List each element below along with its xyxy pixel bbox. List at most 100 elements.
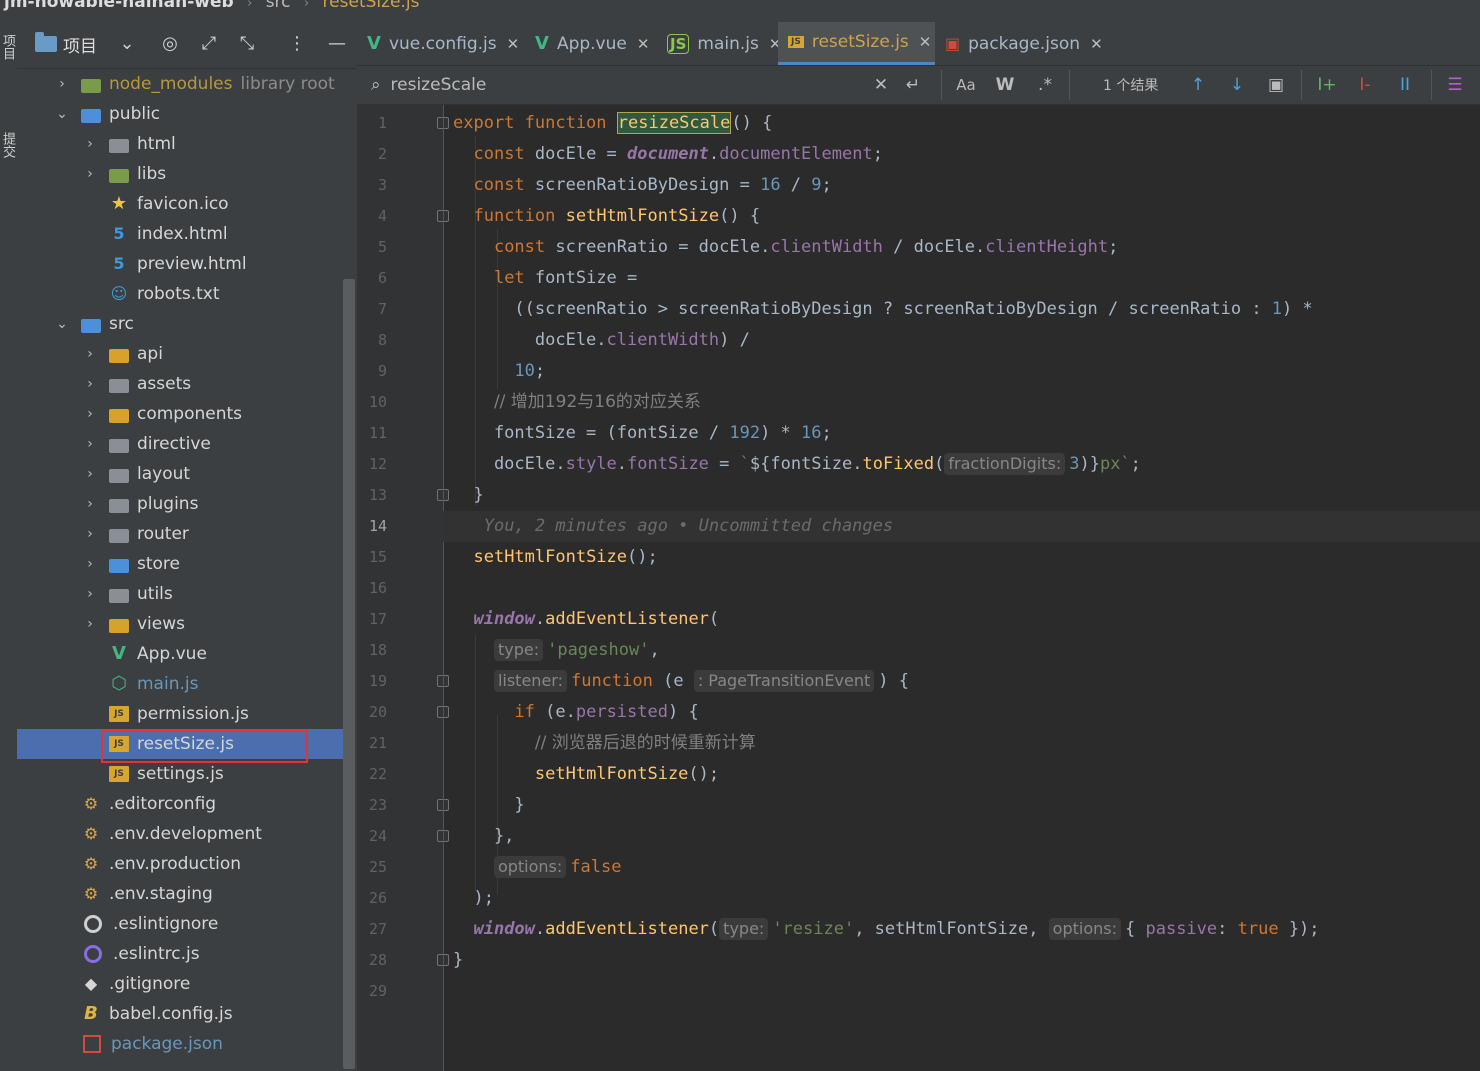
line-number[interactable]: 23: [357, 790, 387, 821]
whole-words-button[interactable]: W: [993, 73, 1017, 97]
line-number[interactable]: 24: [357, 821, 387, 852]
chevron-right-icon[interactable]: ›: [83, 136, 97, 152]
tool-window-commit[interactable]: 提交: [0, 132, 15, 192]
code-line-27[interactable]: window.addEventListener(type:'resize', s…: [453, 914, 1320, 945]
chevron-right-icon[interactable]: ›: [83, 586, 97, 602]
tree-item[interactable]: JS settings.js: [17, 759, 343, 789]
next-occurrence-icon[interactable]: ↓: [1225, 73, 1249, 97]
chevron-right-icon[interactable]: ›: [83, 466, 97, 482]
more-options-icon[interactable]: ⋮: [285, 32, 309, 56]
chevron-right-icon[interactable]: ›: [55, 76, 69, 92]
line-number[interactable]: 20: [357, 697, 387, 728]
tree-item[interactable]: 5 index.html: [17, 219, 343, 249]
chevron-down-icon[interactable]: ⌄: [115, 32, 139, 56]
tree-item[interactable]: Bbabel.config.js: [17, 999, 343, 1029]
line-number[interactable]: 22: [357, 759, 387, 790]
code-line-24[interactable]: },: [453, 821, 514, 852]
chevron-right-icon[interactable]: ›: [83, 526, 97, 542]
hide-panel-icon[interactable]: —: [325, 32, 349, 56]
tree-item[interactable]: ⚙ .env.production: [17, 849, 343, 879]
chevron-down-icon[interactable]: ⌄: [55, 316, 69, 332]
code-line-21[interactable]: // 浏览器后退的时候重新计算: [453, 728, 756, 759]
tree-item[interactable]: › router: [17, 519, 343, 549]
match-case-button[interactable]: Aa: [954, 73, 978, 97]
tree-item[interactable]: ⌄ public: [17, 99, 343, 129]
tree-item[interactable]: › node_modules library root: [17, 69, 343, 99]
code-line-25[interactable]: options: false: [453, 852, 621, 883]
line-number[interactable]: 1: [357, 108, 387, 139]
line-number[interactable]: 14: [357, 511, 387, 542]
code-line-26[interactable]: );: [453, 883, 493, 914]
tree-item[interactable]: JS permission.js: [17, 699, 343, 729]
add-selection-icon[interactable]: I+: [1315, 73, 1339, 97]
tree-item[interactable]: › libs: [17, 159, 343, 189]
tree-item[interactable]: › api: [17, 339, 343, 369]
tree-item[interactable]: › views: [17, 609, 343, 639]
clear-search-icon[interactable]: ✕: [869, 73, 893, 97]
line-number[interactable]: 6: [357, 263, 387, 294]
code-line-22[interactable]: setHtmlFontSize();: [453, 759, 719, 790]
line-number[interactable]: 19: [357, 666, 387, 697]
search-icon[interactable]: ⌕: [371, 75, 381, 95]
line-number[interactable]: 11: [357, 418, 387, 449]
project-view-selector[interactable]: 项目: [35, 32, 97, 57]
tree-item[interactable]: › assets: [17, 369, 343, 399]
tree-item[interactable]: ☺ robots.txt: [17, 279, 343, 309]
search-query[interactable]: resizeScale: [391, 75, 487, 95]
editor-tab[interactable]: JS main.js ✕: [657, 22, 781, 65]
new-line-icon[interactable]: ↵: [901, 73, 925, 97]
line-number[interactable]: 16: [357, 573, 387, 604]
tree-item[interactable]: › html: [17, 129, 343, 159]
code-line-13[interactable]: }: [453, 480, 483, 511]
line-number[interactable]: 12: [357, 449, 387, 480]
locate-file-icon[interactable]: ◎: [158, 32, 182, 56]
close-tab-icon[interactable]: ✕: [1090, 35, 1103, 53]
editor-tab[interactable]: Vvue.config.js ✕: [357, 22, 525, 65]
close-tab-icon[interactable]: ✕: [507, 35, 520, 53]
tree-item[interactable]: .eslintrc.js: [17, 939, 343, 969]
breadcrumb-file[interactable]: resetSize.js: [323, 0, 420, 12]
code-line-7[interactable]: ((screenRatio > screenRatioByDesign ? sc…: [453, 294, 1312, 325]
line-number[interactable]: 9: [357, 356, 387, 387]
line-number[interactable]: 5: [357, 232, 387, 263]
chevron-right-icon[interactable]: ›: [83, 496, 97, 512]
line-number[interactable]: 15: [357, 542, 387, 573]
line-number[interactable]: 17: [357, 604, 387, 635]
code-line-1[interactable]: export function resizeScale() {: [453, 108, 772, 139]
tree-item[interactable]: ⚙ .editorconfig: [17, 789, 343, 819]
line-number[interactable]: 29: [357, 976, 387, 1007]
tree-item[interactable]: JS resetSize.js: [17, 729, 343, 759]
code-line-19[interactable]: listener: function (e : PageTransitionEve…: [453, 666, 909, 697]
close-tab-icon[interactable]: ✕: [919, 33, 932, 51]
tree-item[interactable]: ★ favicon.ico: [17, 189, 343, 219]
breadcrumb-folder[interactable]: src: [266, 0, 291, 12]
code-line-9[interactable]: 10;: [453, 356, 545, 387]
search-input[interactable]: ⌕ resizeScale: [371, 66, 901, 104]
code-line-6[interactable]: let fontSize =: [453, 263, 637, 294]
code-line-20[interactable]: if (e.persisted) {: [453, 697, 698, 728]
tree-item[interactable]: 5 preview.html: [17, 249, 343, 279]
line-number[interactable]: 2: [357, 139, 387, 170]
collapse-all-icon[interactable]: ⤡: [235, 32, 259, 56]
line-number[interactable]: 8: [357, 325, 387, 356]
line-number-gutter[interactable]: 1 2 3 4 5 6 7 8 9 10 11 12 13 14 15 16 17 18 19 20 21 22 23 24 2…: [357, 105, 449, 1071]
line-number[interactable]: 27: [357, 914, 387, 945]
tree-item[interactable]: V App.vue: [17, 639, 343, 669]
tool-window-project[interactable]: 项目: [0, 34, 15, 94]
line-number[interactable]: 3: [357, 170, 387, 201]
close-tab-icon[interactable]: ✕: [637, 35, 650, 53]
line-number[interactable]: 4: [357, 201, 387, 232]
tree-item[interactable]: ⬡ main.js: [17, 669, 343, 699]
line-number[interactable]: 28: [357, 945, 387, 976]
scrollbar-thumb[interactable]: [343, 279, 355, 1069]
chevron-right-icon[interactable]: ›: [83, 376, 97, 392]
code-line-3[interactable]: const screenRatioByDesign = 16 / 9;: [453, 170, 831, 201]
code-line-12[interactable]: docEle.style.fontSize = `${fontSize.toFi…: [453, 449, 1141, 480]
tree-item[interactable]: ⚙ .env.staging: [17, 879, 343, 909]
tree-item[interactable]: ⌄ src: [17, 309, 343, 339]
chevron-right-icon[interactable]: ›: [83, 556, 97, 572]
git-blame-annotation[interactable]: You, 2 minutes ago • Uncommitted changes: [484, 516, 893, 536]
previous-occurrence-icon[interactable]: ↑: [1186, 73, 1210, 97]
code-line-8[interactable]: docEle.clientWidth) /: [453, 325, 750, 356]
code-line-18[interactable]: type:'pageshow',: [453, 635, 660, 666]
